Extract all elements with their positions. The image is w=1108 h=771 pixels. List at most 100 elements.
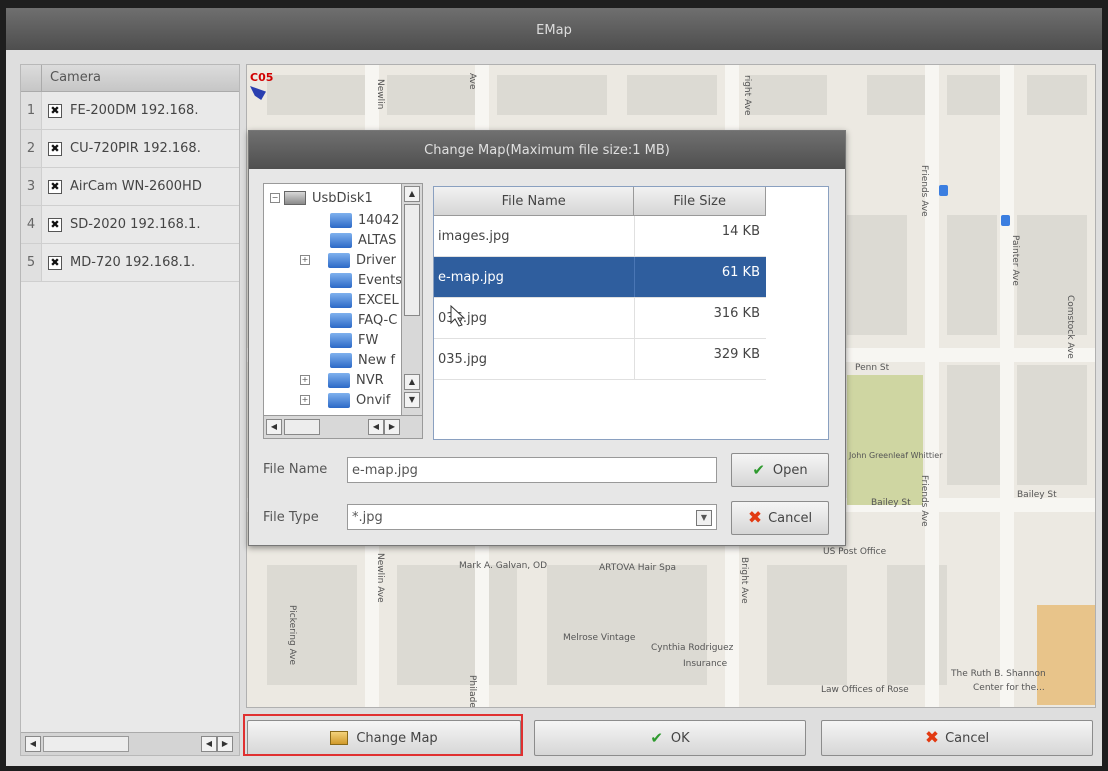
change-map-dialog: Change Map(Maximum file size:1 MB) − Usb… (248, 130, 846, 546)
scroll-right-icon[interactable]: ▶ (217, 736, 233, 752)
tree-item-folder[interactable]: FAQ-C (330, 310, 397, 330)
camera-checkbox[interactable]: ✖ (48, 255, 62, 270)
expand-icon[interactable]: + (300, 255, 310, 265)
scroll-down-icon[interactable]: ▼ (404, 392, 420, 408)
camera-marker-icon (250, 86, 266, 100)
folder-icon (328, 372, 350, 388)
chevron-down-icon[interactable]: ▼ (696, 510, 712, 526)
camera-row[interactable]: 4 ✖ SD-2020 192.168.1. (21, 206, 239, 244)
scroll-up-icon[interactable]: ▲ (404, 374, 420, 390)
file-name-input[interactable]: e-map.jpg (347, 457, 717, 483)
tree-vscrollbar[interactable]: ▲ ▲ ▼ (401, 184, 422, 416)
map-pin-icon (939, 185, 948, 196)
file-name-label: File Name (263, 462, 328, 477)
scroll-up-icon[interactable]: ▲ (404, 186, 420, 202)
map-street-label: Philadelphia Ave (467, 675, 477, 707)
scroll-left-icon[interactable]: ◀ (368, 419, 384, 435)
tree-item-label: 14042 (358, 212, 400, 228)
map-pin-icon (1001, 215, 1010, 226)
scrollbar-thumb[interactable] (284, 419, 320, 435)
change-map-button[interactable]: Change Map (247, 720, 521, 756)
dialog-title: Change Map(Maximum file size:1 MB) (249, 131, 845, 169)
camera-checkbox[interactable]: ✖ (48, 103, 62, 118)
scroll-left-icon[interactable]: ◀ (201, 736, 217, 752)
map-street-label: Bright Ave (739, 557, 749, 604)
folder-icon (330, 332, 352, 348)
cross-icon: ✖ (924, 728, 940, 748)
file-row[interactable]: images.jpg 14 KB (434, 216, 766, 257)
expand-icon[interactable]: + (300, 395, 310, 405)
dialog-cancel-button[interactable]: ✖ Cancel (731, 501, 829, 535)
file-size-cell: 14 KB (721, 224, 760, 239)
tree-item-folder[interactable]: EXCEL (330, 290, 399, 310)
tree-item-folder[interactable]: 14042 (330, 210, 399, 230)
scrollbar-thumb[interactable] (43, 736, 129, 752)
open-button[interactable]: ✔ Open (731, 453, 829, 487)
camera-checkbox[interactable]: ✖ (48, 217, 62, 232)
file-size-column-header[interactable]: File Size (634, 187, 766, 215)
folder-icon (330, 312, 352, 328)
cancel-label: Cancel (945, 730, 990, 746)
file-list-header: File Name File Size (434, 187, 766, 216)
tree-item-label: Driver (356, 252, 397, 268)
camera-list-hscrollbar[interactable]: ◀ ◀ ▶ (21, 732, 239, 755)
map-street-label: Bailey St (871, 498, 911, 508)
camera-row[interactable]: 1 ✖ FE-200DM 192.168. (21, 92, 239, 130)
tree-item-label: ALTAS (358, 232, 397, 248)
tree-item-folder[interactable]: ALTAS (330, 230, 396, 250)
camera-row-label: AirCam WN-2600HD (70, 179, 202, 194)
camera-row[interactable]: 3 ✖ AirCam WN-2600HD (21, 168, 239, 206)
tree-item-folder[interactable]: + Driver (300, 250, 396, 270)
map-street-label: Newlin Ave (375, 553, 385, 603)
camera-marker[interactable]: C05 (250, 71, 273, 100)
file-type-value: *.jpg (352, 510, 383, 525)
expand-icon[interactable]: + (300, 375, 310, 385)
collapse-icon[interactable]: − (270, 193, 280, 203)
tree-item-usbdisk[interactable]: − UsbDisk1 (270, 188, 373, 208)
tree-item-folder[interactable]: + NVR (300, 370, 384, 390)
scroll-right-icon[interactable]: ▶ (384, 419, 400, 435)
folder-tree[interactable]: − UsbDisk1 14042 ALTAS + Driver Events E… (263, 183, 423, 439)
tree-hscrollbar[interactable]: ◀ ◀ ▶ (264, 415, 422, 438)
file-type-select[interactable]: *.jpg ▼ (347, 504, 717, 530)
tree-item-label: NVR (356, 372, 384, 388)
scroll-left-icon[interactable]: ◀ (25, 736, 41, 752)
tree-item-folder[interactable]: New f (330, 350, 395, 370)
map-street-label: Bailey St (1017, 490, 1057, 500)
map-poi-label: Mark A. Galvan, OD (459, 561, 548, 571)
tree-item-folder[interactable]: + Onvif (300, 390, 390, 410)
map-street-label: Painter Ave (1010, 235, 1020, 286)
file-size-cell: 329 KB (713, 347, 760, 362)
camera-row[interactable]: 2 ✖ CU-720PIR 192.168. (21, 130, 239, 168)
map-street-label: Newlin (375, 79, 385, 110)
scrollbar-thumb[interactable] (404, 204, 420, 316)
file-row[interactable]: 035.jpg 329 KB (434, 339, 766, 380)
map-building (1037, 605, 1095, 705)
tree-item-label: New f (358, 352, 396, 368)
cancel-button[interactable]: ✖ Cancel (821, 720, 1093, 756)
camera-row-label: CU-720PIR 192.168. (70, 141, 201, 156)
ok-button[interactable]: ✔ OK (534, 720, 806, 756)
camera-row-number: 5 (21, 244, 42, 281)
camera-marker-label: C05 (250, 71, 274, 84)
camera-list-header: Camera (21, 65, 239, 92)
file-list[interactable]: File Name File Size images.jpg 14 KB e-m… (433, 186, 829, 440)
map-street-label: Penn St (855, 363, 890, 373)
tree-item-folder[interactable]: FW (330, 330, 378, 350)
folder-icon (328, 252, 350, 268)
camera-row-number: 4 (21, 206, 42, 243)
camera-checkbox[interactable]: ✖ (48, 141, 62, 156)
file-name-column-header[interactable]: File Name (434, 187, 635, 215)
scroll-left-icon[interactable]: ◀ (266, 419, 282, 435)
file-row[interactable]: 036.jpg 316 KB (434, 298, 766, 339)
tree-item-label: Onvif (356, 392, 391, 408)
camera-checkbox[interactable]: ✖ (48, 179, 62, 194)
folder-icon (330, 212, 352, 228)
tree-item-folder[interactable]: Events (330, 270, 402, 290)
folder-icon (330, 731, 349, 745)
tree-item-label: UsbDisk1 (312, 190, 373, 206)
camera-row-number: 1 (21, 92, 42, 129)
file-row-selected[interactable]: e-map.jpg 61 KB (434, 257, 766, 298)
camera-row[interactable]: 5 ✖ MD-720 192.168.1. (21, 244, 239, 282)
map-park (847, 375, 923, 505)
